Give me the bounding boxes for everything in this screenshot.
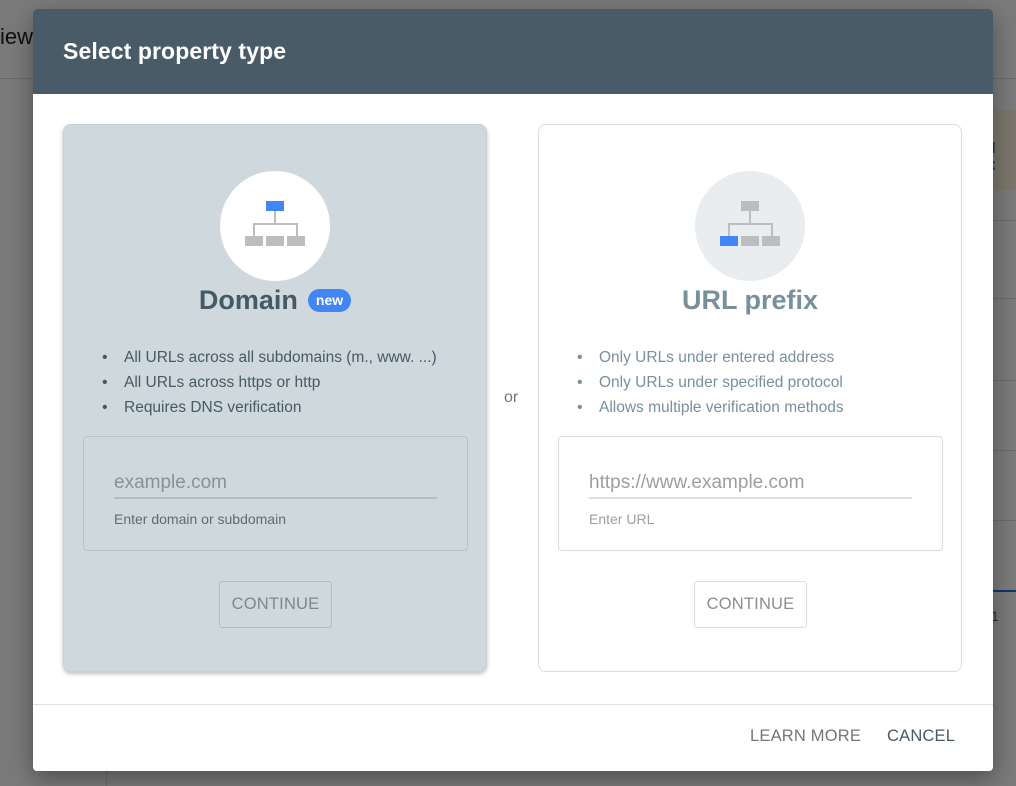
feature-item: Only URLs under entered address	[577, 345, 844, 370]
domain-continue-button[interactable]: CONTINUE	[219, 581, 332, 628]
feature-item: Allows multiple verification methods	[577, 395, 844, 420]
url-input[interactable]	[589, 469, 912, 499]
url-input-box: Enter URL	[558, 436, 943, 551]
dialog-header: Select property type	[33, 9, 993, 94]
url-prefix-feature-list: Only URLs under entered address Only URL…	[575, 345, 844, 420]
url-prefix-title: URL prefix	[681, 285, 819, 315]
domain-icon-circle	[220, 171, 330, 281]
footer-divider	[33, 704, 993, 705]
domain-helper-text: Enter domain or subdomain	[114, 511, 286, 527]
or-separator: or	[504, 389, 519, 406]
url-helper-text: Enter URL	[589, 511, 655, 527]
url-prefix-icon-circle	[695, 171, 805, 281]
domain-feature-list: All URLs across all subdomains (m., www.…	[100, 345, 437, 420]
select-property-dialog: Select property type Domain new All URLs…	[33, 9, 993, 771]
dialog-title: Select property type	[63, 38, 287, 64]
feature-item: All URLs across https or http	[102, 370, 437, 395]
domain-card[interactable]: Domain new All URLs across all subdomain…	[63, 124, 487, 672]
url-prefix-card[interactable]: URL prefix Only URLs under entered addre…	[538, 124, 962, 672]
new-badge: new	[307, 289, 352, 312]
feature-item: Only URLs under specified protocol	[577, 370, 844, 395]
domain-title: Domain	[198, 285, 298, 315]
sitemap-icon	[720, 201, 780, 246]
domain-input[interactable]	[114, 469, 437, 499]
url-prefix-title-row: URL prefix	[539, 285, 961, 316]
learn-more-button[interactable]: LEARN MORE	[750, 727, 861, 746]
sitemap-icon	[245, 201, 305, 246]
feature-item: All URLs across all subdomains (m., www.…	[102, 345, 437, 370]
feature-item: Requires DNS verification	[102, 395, 437, 420]
domain-input-box: Enter domain or subdomain	[83, 436, 468, 551]
url-continue-button[interactable]: CONTINUE	[694, 581, 807, 628]
domain-title-row: Domain new	[64, 285, 486, 316]
cancel-button[interactable]: CANCEL	[887, 727, 955, 746]
